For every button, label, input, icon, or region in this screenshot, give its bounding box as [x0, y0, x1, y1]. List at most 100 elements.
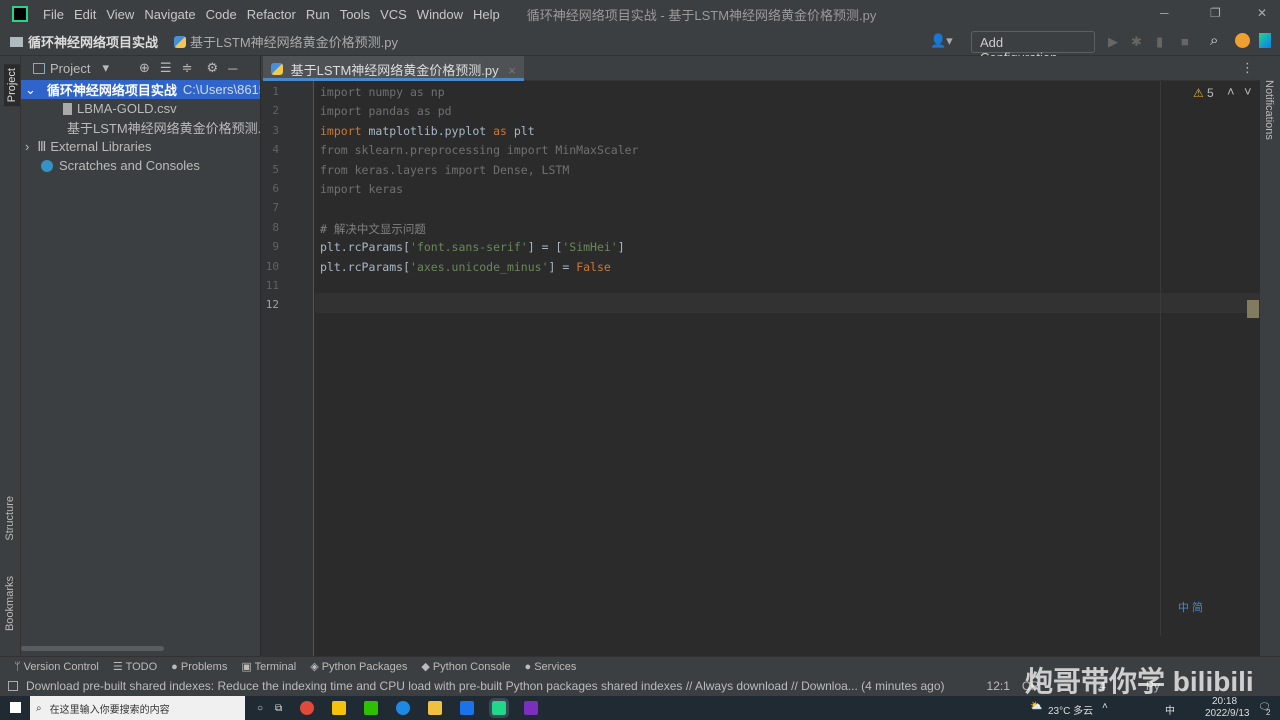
warning-icon[interactable]: ⚠	[1193, 86, 1204, 100]
tool-window-todo[interactable]: ☰ TODO	[113, 660, 157, 673]
menu-window[interactable]: Window	[412, 7, 468, 22]
menu-code[interactable]: Code	[201, 7, 242, 22]
chrome-icon[interactable]	[300, 701, 315, 715]
user-icon[interactable]: 👤▾	[930, 33, 953, 49]
editor-tab-bar: 基于LSTM神经网络黄金价格预测.py × ⋮	[261, 56, 1260, 81]
chevron-down-icon[interactable]: ▾	[102, 60, 109, 76]
editor: 基于LSTM神经网络黄金价格预测.py × ⋮ 1 2 3 4 5 6 7 8 9 10 11 12 …	[261, 56, 1260, 656]
stop-icon[interactable]: ■	[1181, 34, 1189, 49]
gear-icon[interactable]: ⚙	[206, 60, 218, 76]
wechat-icon[interactable]	[364, 701, 379, 715]
tree-item-file[interactable]: LBMA-GOLD.csv	[21, 99, 260, 118]
tool-window-python-packages[interactable]: ◈ Python Packages	[310, 660, 407, 673]
status-message[interactable]: Download pre-built shared indexes: Reduc…	[26, 679, 945, 693]
line-number-gutter: 1 2 3 4 5 6 7 8 9 10 11 12	[261, 81, 314, 656]
file-explorer-icon[interactable]	[428, 701, 443, 715]
update-icon[interactable]	[1235, 33, 1250, 48]
tool-window-problems[interactable]: ● Problems	[171, 661, 227, 673]
menu-refactor[interactable]: Refactor	[242, 7, 301, 22]
code-token: 'axes.unicode_minus'	[410, 259, 549, 274]
tool-window-terminal[interactable]: ▣ Terminal	[241, 660, 296, 673]
weather[interactable]: 23°C 多云	[1048, 702, 1093, 717]
code-line: import numpy as np	[320, 85, 445, 99]
task-view-icon[interactable]: ⧉	[275, 703, 282, 714]
breadcrumb-file[interactable]: 基于LSTM神经网络黄金价格预测.py	[190, 32, 398, 51]
chevron-up-icon[interactable]: ˄	[1102, 701, 1108, 712]
expand-all-icon[interactable]: ☰	[160, 60, 172, 76]
line-number: 1	[272, 85, 279, 98]
clock-time[interactable]: 20:18	[1212, 696, 1237, 707]
warning-count[interactable]: 5	[1207, 86, 1214, 100]
maps-icon[interactable]	[396, 701, 411, 715]
add-configuration-button[interactable]: Add Configuration...	[971, 31, 1095, 65]
search-icon[interactable]: ⌕	[1210, 32, 1218, 49]
cortana-icon[interactable]: ○	[257, 703, 263, 714]
scratches-icon	[41, 159, 53, 172]
menu-help[interactable]: Help	[468, 7, 505, 22]
left-tool-strip: Project Structure Bookmarks	[0, 56, 21, 676]
code-token: False	[576, 259, 611, 274]
menu-file[interactable]: File	[38, 7, 69, 22]
notifications-tool-button[interactable]: Notifications	[1263, 80, 1275, 140]
tool-window-version-control[interactable]: ᛘ Version Control	[14, 661, 99, 673]
pycharm-taskbar-icon[interactable]	[489, 698, 510, 718]
windows-start-icon[interactable]	[10, 702, 21, 713]
menu-vcs[interactable]: VCS	[375, 7, 412, 22]
more-icon[interactable]: ⋮	[1241, 60, 1254, 76]
editor-tab[interactable]: 基于LSTM神经网络黄金价格预测.py ×	[263, 56, 524, 81]
ime-indicator[interactable]: 中	[1165, 702, 1175, 717]
code-token: matplotlib.pyplot	[368, 123, 494, 138]
window-title: 循环神经网络项目实战 - 基于LSTM神经网络黄金价格预测.py	[526, 7, 877, 23]
line-number: 7	[272, 201, 279, 215]
app-icon[interactable]	[460, 701, 475, 715]
locate-icon[interactable]: ⊕	[139, 60, 150, 76]
chevron-right-icon: ›	[25, 139, 30, 154]
project-panel-title[interactable]: Project	[50, 61, 90, 76]
coverage-icon[interactable]: ▮	[1156, 34, 1163, 50]
tool-window-label: Python Packages	[321, 661, 408, 673]
tool-window-services[interactable]: ● Services	[525, 661, 577, 673]
python-file-icon	[174, 35, 187, 48]
scrollbar-thumb[interactable]	[1247, 300, 1259, 318]
close-button[interactable]: ✕	[1257, 6, 1267, 20]
tool-window-icon: ●	[171, 660, 181, 673]
code-token: import	[320, 123, 369, 138]
code-token: as	[493, 123, 514, 138]
code-token: plt.rcParams[	[320, 240, 411, 255]
tree-item-root[interactable]: ⌄ 循环神经网络项目实战 C:\Users\86159\	[21, 80, 260, 99]
menu-run[interactable]: Run	[301, 7, 335, 22]
run-icon[interactable]: ▶	[1108, 34, 1118, 50]
restore-button[interactable]: ❐	[1210, 6, 1221, 20]
collapse-all-icon[interactable]: ≑	[182, 60, 193, 76]
toolbox-icon[interactable]	[1259, 33, 1271, 48]
onenote-icon[interactable]	[524, 701, 539, 715]
tree-item-scratches[interactable]: Scratches and Consoles	[21, 156, 260, 175]
tree-item-file[interactable]: 基于LSTM神经网络黄金价格预测.py	[21, 118, 260, 137]
taskbar-search-input[interactable]: ⌕ 在这里输入你要搜索的内容	[30, 696, 245, 720]
line-number: 5	[272, 162, 279, 176]
bookmarks-tool-button[interactable]: Bookmarks	[4, 576, 16, 631]
project-tool-button[interactable]: Project	[4, 64, 20, 107]
clock-date[interactable]: 2022/9/13	[1205, 708, 1250, 719]
tree-item-external-libraries[interactable]: › Ⅲ External Libraries	[21, 137, 260, 156]
horizontal-scrollbar[interactable]	[21, 646, 164, 651]
status-toggle-icon[interactable]	[8, 681, 18, 691]
menu-navigate[interactable]: Navigate	[139, 7, 200, 22]
menu-edit[interactable]: Edit	[69, 7, 101, 22]
python-file-icon	[271, 63, 283, 75]
debug-icon[interactable]: ✱	[1131, 34, 1142, 50]
tool-window-python-console[interactable]: ◆ Python Console	[421, 660, 510, 673]
menu-view[interactable]: View	[101, 7, 139, 22]
code-token: from keras.layers import Dense, LSTM	[320, 162, 570, 177]
structure-tool-button[interactable]: Structure	[4, 496, 16, 541]
hide-icon[interactable]: ─	[228, 61, 237, 76]
menu-tools[interactable]: Tools	[335, 7, 375, 22]
breadcrumb-project[interactable]: 循环神经网络项目实战	[28, 32, 158, 51]
previous-highlight-icon[interactable]: ˄	[1227, 84, 1235, 99]
minimize-button[interactable]: ─	[1160, 6, 1169, 20]
notes-icon[interactable]	[332, 701, 347, 715]
next-highlight-icon[interactable]: ˅	[1244, 84, 1252, 99]
caret-position[interactable]: 12:1	[987, 679, 1010, 693]
close-tab-icon[interactable]: ×	[508, 63, 516, 78]
tool-window-icon: ◈	[310, 661, 322, 673]
